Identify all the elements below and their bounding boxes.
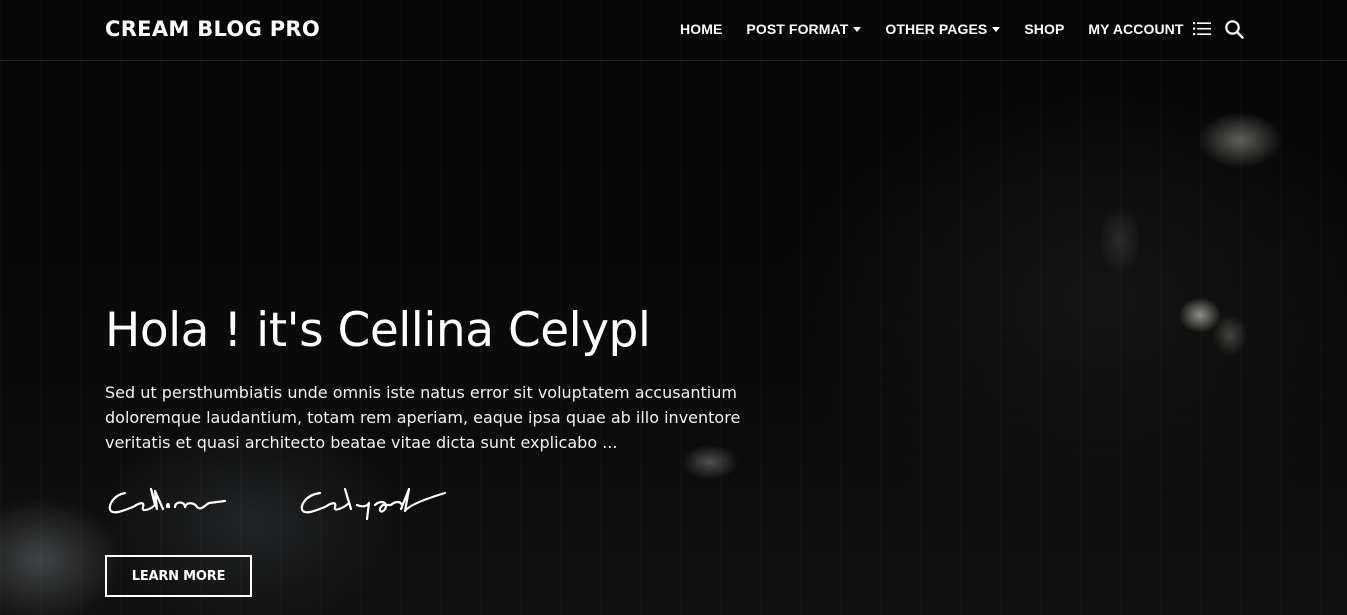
nav-item-label: HOME bbox=[680, 21, 723, 37]
hero-content: Hola ! it's Cellina Celypl Sed ut persth… bbox=[105, 300, 785, 525]
nav-icon-group bbox=[1192, 19, 1244, 39]
signature-image bbox=[105, 485, 465, 525]
top-navbar: CREAM BLOG PRO HOME POST FORMAT OTHER PA… bbox=[0, 0, 1347, 61]
nav-item-shop[interactable]: SHOP bbox=[1024, 21, 1064, 37]
hero-description: Sed ut persthumbiatis unde omnis iste na… bbox=[105, 383, 741, 452]
nav-item-label: POST FORMAT bbox=[746, 21, 849, 37]
learn-more-button[interactable]: LEARN MORE bbox=[105, 555, 252, 597]
nav-item-label: MY ACCOUNT bbox=[1088, 21, 1184, 37]
nav-item-post-format[interactable]: POST FORMAT bbox=[746, 21, 862, 37]
nav-item-other-pages[interactable]: OTHER PAGES bbox=[885, 21, 1001, 37]
nav-item-home[interactable]: HOME bbox=[680, 21, 722, 37]
main-menu: HOME POST FORMAT OTHER PAGES SHOP MY ACC… bbox=[680, 21, 1208, 37]
caret-down-icon bbox=[853, 26, 862, 32]
list-icon[interactable] bbox=[1192, 19, 1212, 39]
site-logo[interactable]: CREAM BLOG PRO bbox=[105, 17, 320, 41]
search-icon[interactable] bbox=[1224, 19, 1244, 39]
nav-item-label: OTHER PAGES bbox=[885, 21, 988, 37]
caret-down-icon bbox=[992, 26, 1001, 32]
nav-item-my-account[interactable]: MY ACCOUNT bbox=[1088, 21, 1183, 37]
nav-item-label: SHOP bbox=[1024, 21, 1065, 37]
hero-title: Hola ! it's Cellina Celypl bbox=[105, 303, 651, 358]
hero-section: CREAM BLOG PRO HOME POST FORMAT OTHER PA… bbox=[0, 0, 1347, 615]
